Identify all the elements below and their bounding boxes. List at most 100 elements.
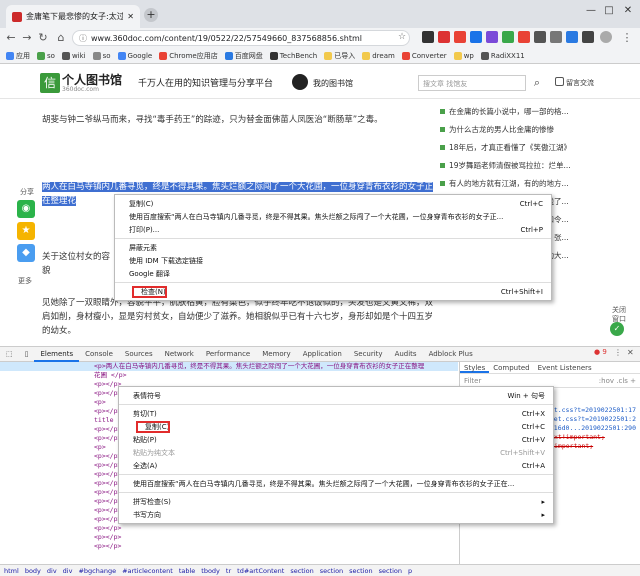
qq-share-icon[interactable]: ◆ bbox=[17, 244, 35, 262]
breadcrumb-item[interactable]: div bbox=[63, 567, 73, 575]
extension-icon[interactable] bbox=[438, 31, 450, 43]
my-library-link[interactable]: 我的图书馆 bbox=[313, 78, 353, 89]
breadcrumb-item[interactable]: p bbox=[408, 567, 412, 575]
devtools-close-icon[interactable]: ✕ bbox=[627, 348, 634, 357]
filter-tools[interactable]: :hov .cls + bbox=[599, 377, 636, 385]
dom-node-line[interactable]: <p></p> bbox=[0, 542, 458, 551]
menu-item-baidu-search[interactable]: 使用百度搜索“两人在白马寺镇内几番寻觅，终是不得其果。焦头烂额之际闯了一个大花圃… bbox=[119, 477, 553, 490]
site-logo[interactable]: 信 bbox=[40, 73, 60, 93]
extension-icon[interactable] bbox=[502, 31, 514, 43]
message-icon[interactable] bbox=[555, 77, 564, 86]
bookmark-item[interactable]: Google bbox=[117, 51, 152, 60]
extension-icon[interactable] bbox=[582, 31, 594, 43]
user-icon[interactable] bbox=[292, 74, 308, 90]
extension-icon[interactable] bbox=[422, 31, 434, 43]
menu-item-paste-plain[interactable]: 粘贴为纯文本 Ctrl+Shift+V bbox=[119, 446, 553, 459]
new-tab-button[interactable]: + bbox=[144, 8, 158, 22]
menu-item-idm-download[interactable]: 使用 IDM 下载选定链接 bbox=[115, 254, 551, 267]
dom-node-line[interactable]: 花圃 </p> bbox=[0, 371, 458, 380]
more-share-label[interactable]: 更多 bbox=[18, 276, 32, 286]
bookmark-item[interactable]: 应用 bbox=[6, 51, 30, 61]
devtools-tab[interactable]: Console bbox=[79, 347, 119, 362]
menu-item-baidu-search[interactable]: 使用百度搜索“两人在白马寺镇内几番寻觅，终是不得其果。焦头烂额之际闯了一个大花圃… bbox=[115, 210, 551, 223]
related-article-link[interactable]: 在金庸的长篇小说中，哪一部的格... bbox=[440, 102, 630, 120]
forward-icon[interactable]: → bbox=[20, 31, 34, 45]
device-toolbar-icon[interactable]: ▯ bbox=[19, 347, 35, 362]
bookmark-item[interactable]: so bbox=[92, 51, 111, 60]
site-search-input[interactable]: 搜文章 找馆友 bbox=[418, 75, 526, 91]
bookmark-item[interactable]: 已导入 bbox=[324, 51, 355, 61]
bookmark-item[interactable]: so bbox=[37, 51, 55, 60]
tab-event-listeners[interactable]: Event Listeners bbox=[534, 362, 596, 373]
bookmark-item[interactable]: dream bbox=[362, 51, 395, 60]
breadcrumb-item[interactable]: section bbox=[379, 567, 402, 575]
menu-item-emoji[interactable]: 表情符号 Win + 句号 bbox=[119, 389, 553, 402]
related-article-link[interactable]: 为什么古龙的男人比金庸的惨惨 bbox=[440, 120, 630, 138]
devtools-tab[interactable]: Elements bbox=[34, 347, 80, 362]
tab-styles[interactable]: Styles bbox=[460, 362, 490, 373]
breadcrumb-item[interactable]: section bbox=[349, 567, 372, 575]
extension-icon[interactable] bbox=[550, 31, 562, 43]
devtools-tab[interactable]: Performance bbox=[200, 347, 256, 362]
dom-node-line[interactable]: <p></p> bbox=[0, 524, 458, 533]
bookmark-item[interactable]: wiki bbox=[61, 51, 86, 60]
related-article-link[interactable]: 19岁舞蹈老师清假被骂拉拉：烂单... bbox=[440, 156, 630, 174]
menu-item-paste[interactable]: 粘贴(P) Ctrl+V bbox=[119, 433, 553, 446]
breadcrumb-item[interactable]: div bbox=[47, 567, 57, 575]
menu-item-cut[interactable]: 剪切(T) Ctrl+X bbox=[119, 407, 553, 420]
profile-avatar[interactable] bbox=[600, 31, 612, 43]
breadcrumb-item[interactable]: tr bbox=[226, 567, 231, 575]
devtools-tab[interactable]: Memory bbox=[256, 347, 296, 362]
favorite-star-icon[interactable]: ★ bbox=[17, 222, 35, 240]
bookmark-item[interactable]: wp bbox=[453, 51, 474, 60]
filter-input[interactable]: Filter bbox=[464, 377, 481, 385]
related-article-link[interactable]: 有人的地方就有江湖，有的的地方... bbox=[440, 174, 630, 192]
bookmark-item[interactable]: 百度网盘 bbox=[224, 51, 263, 61]
extension-icon[interactable] bbox=[518, 31, 530, 43]
bookmark-star-icon[interactable]: ☆ bbox=[398, 32, 406, 42]
window-close-button[interactable]: ✕ bbox=[621, 4, 635, 18]
dom-node-line[interactable]: <p></p> bbox=[0, 533, 458, 542]
search-icon[interactable]: ⌕ bbox=[528, 74, 546, 92]
devtools-tab[interactable]: Network bbox=[159, 347, 200, 362]
shield-icon[interactable]: ✓ bbox=[610, 322, 624, 336]
breadcrumb-item[interactable]: html bbox=[4, 567, 19, 575]
menu-item-spellcheck[interactable]: 拼写检查(S) ▸ bbox=[119, 495, 553, 508]
home-icon[interactable]: ⌂ bbox=[54, 31, 68, 45]
error-counter[interactable]: ● 9 bbox=[594, 348, 607, 356]
breadcrumb-item[interactable]: section bbox=[320, 567, 343, 575]
menu-item-copy[interactable]: 复制(C) Ctrl+C bbox=[115, 197, 551, 210]
devtools-tab[interactable]: Audits bbox=[389, 347, 423, 362]
devtools-tab[interactable]: Sources bbox=[119, 347, 159, 362]
extension-icon[interactable] bbox=[470, 31, 482, 43]
tab-computed[interactable]: Computed bbox=[489, 362, 533, 373]
menu-item-block-element[interactable]: 屏蔽元素 bbox=[115, 241, 551, 254]
menu-item-inspect[interactable]: 检查(N) Ctrl+Shift+I bbox=[115, 285, 551, 298]
breadcrumb-item[interactable]: #articlecontent bbox=[122, 567, 173, 575]
menu-item-google-translate[interactable]: Google 翻译 bbox=[115, 267, 551, 280]
minimize-button[interactable]: — bbox=[584, 4, 598, 18]
bookmark-item[interactable]: Converter bbox=[401, 51, 447, 60]
browser-tab[interactable]: 金庸笔下最悲惨的女子:太过聪明 ✕ bbox=[6, 5, 140, 28]
breadcrumb-item[interactable]: section bbox=[290, 567, 313, 575]
wechat-share-icon[interactable]: ◉ bbox=[17, 200, 35, 218]
extension-icon[interactable] bbox=[534, 31, 546, 43]
devtools-tab[interactable]: Security bbox=[348, 347, 389, 362]
breadcrumb-item[interactable]: tbody bbox=[201, 567, 220, 575]
info-icon[interactable]: ⓘ bbox=[79, 33, 87, 44]
bookmark-item[interactable]: RadiXX11 bbox=[480, 51, 525, 60]
bookmark-item[interactable]: TechBench bbox=[269, 51, 317, 60]
back-icon[interactable]: ← bbox=[4, 31, 18, 45]
breadcrumb-item[interactable]: table bbox=[179, 567, 195, 575]
related-article-link[interactable]: 18年后，才真正看懂了《笑傲江湖》 bbox=[440, 138, 630, 156]
devtools-menu-icon[interactable]: ⋮ bbox=[614, 348, 622, 357]
tab-close-icon[interactable]: ✕ bbox=[127, 12, 134, 21]
breadcrumb-item[interactable]: td#artContent bbox=[237, 567, 284, 575]
menu-kebab-icon[interactable]: ⋮ bbox=[620, 31, 634, 45]
stylesheet-link[interactable]: 2016d0...2019022501:290 bbox=[546, 424, 640, 433]
menu-item-print[interactable]: 打印(P)... Ctrl+P bbox=[115, 223, 551, 236]
bookmark-item[interactable]: Chrome应用店 bbox=[159, 51, 218, 61]
devtools-tab[interactable]: Adblock Plus bbox=[423, 347, 479, 362]
dom-node-line[interactable]: <p>两人在白马寺镇内几番寻觅，终是不得其果。焦头烂额之际闯了一个大花圃，一位身… bbox=[0, 362, 458, 371]
devtools-tab[interactable]: Application bbox=[297, 347, 348, 362]
